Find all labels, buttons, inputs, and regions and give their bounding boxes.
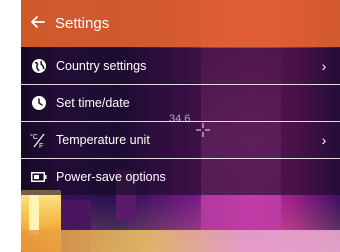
menu-item-label: Power-save options xyxy=(56,170,166,184)
arrow-left-icon-svg xyxy=(31,15,45,28)
clock-icon xyxy=(30,94,48,112)
celsius-fahrenheit-icon: °C F xyxy=(30,131,48,149)
thermal-image-background: Settings Country settings › Set time/dat… xyxy=(21,0,340,252)
menu-item-label: Country settings xyxy=(56,59,147,73)
thermal-blob xyxy=(29,195,39,235)
menu-item-set-time-date[interactable]: Set time/date xyxy=(21,85,340,122)
arrow-left-icon[interactable] xyxy=(27,13,49,35)
menu-item-country-settings[interactable]: Country settings › xyxy=(21,48,340,85)
menu-item-label: Temperature unit xyxy=(56,133,150,147)
battery-icon xyxy=(30,168,48,186)
svg-text:°C: °C xyxy=(30,133,38,141)
header-bar: Settings xyxy=(21,0,340,47)
chevron-right-icon: › xyxy=(321,132,327,148)
page-title: Settings xyxy=(55,15,110,32)
thermal-blob xyxy=(21,230,340,252)
menu-item-temperature-unit[interactable]: °C F Temperature unit › xyxy=(21,122,340,159)
menu-item-power-save-options[interactable]: Power-save options xyxy=(21,159,340,195)
globe-icon xyxy=(30,57,48,75)
chevron-right-icon: › xyxy=(321,58,327,74)
svg-text:F: F xyxy=(39,143,43,149)
settings-menu: Country settings › Set time/date °C F Te… xyxy=(21,48,340,195)
menu-item-label: Set time/date xyxy=(56,96,130,110)
